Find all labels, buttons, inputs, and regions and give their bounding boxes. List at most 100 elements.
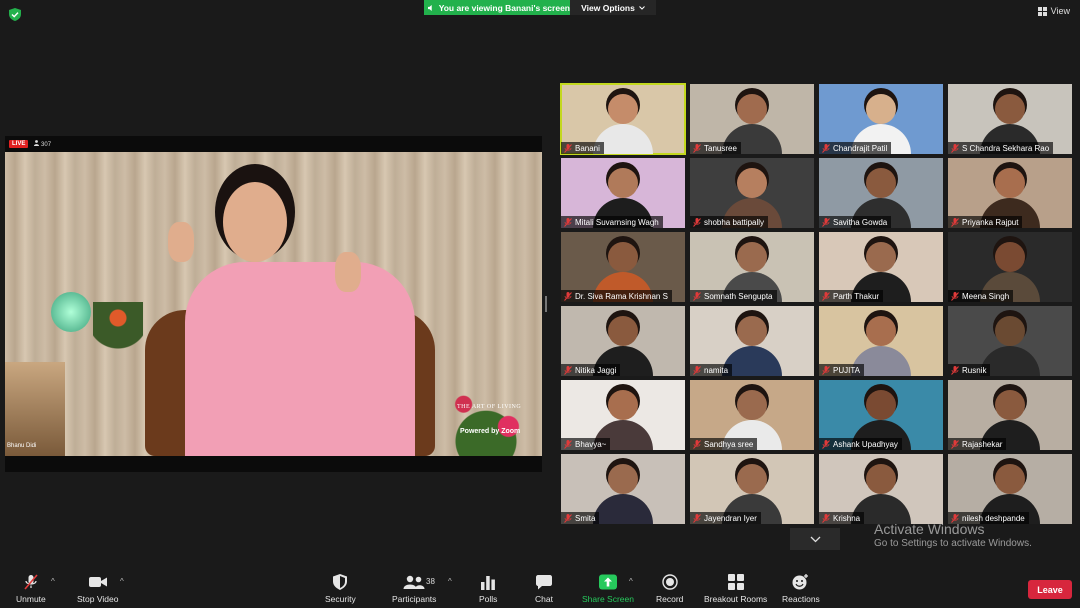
participant-nameplate: namita: [690, 364, 733, 376]
participant-tile[interactable]: Banani: [560, 83, 686, 155]
breakout-rooms-button[interactable]: Breakout Rooms: [704, 574, 767, 604]
participant-tile[interactable]: Bhavya~: [561, 380, 685, 450]
shield-icon: [333, 574, 348, 590]
participant-tile[interactable]: Jayendran Iyer: [690, 454, 814, 524]
participant-tile[interactable]: nilesh deshpande: [948, 454, 1072, 524]
polls-label: Polls: [479, 594, 498, 604]
view-layout-button[interactable]: View: [1037, 6, 1070, 16]
viewing-banner-text: You are viewing Banani's screen: [438, 2, 570, 13]
participant-tile[interactable]: Sandhya sree: [690, 380, 814, 450]
participant-tile[interactable]: Chandrajit Patil: [819, 84, 943, 154]
participant-name: Sandhya sree: [704, 439, 754, 449]
participant-tile[interactable]: Nitika Jaggi: [561, 306, 685, 376]
record-icon: [662, 574, 678, 590]
participant-nameplate: Krishna: [819, 512, 865, 524]
participants-options-caret[interactable]: ^: [448, 577, 452, 586]
video-camera-icon: [88, 577, 107, 587]
participant-nameplate: Priyanka Rajput: [948, 216, 1023, 228]
shared-screen[interactable]: LIVE 307 Bhanu Didi THE ART OF LIVING Po…: [5, 136, 542, 472]
stream-header: LIVE 307: [5, 136, 542, 152]
mic-off-icon: [951, 291, 959, 301]
participant-tile[interactable]: Priyanka Rajput: [948, 158, 1072, 228]
record-button[interactable]: Record: [656, 574, 683, 604]
flowers-decor: [430, 382, 542, 456]
mic-off-icon: [693, 439, 701, 449]
share-screen-button[interactable]: Share Screen: [582, 574, 634, 604]
security-button[interactable]: Security: [325, 574, 356, 604]
mic-off-icon: [564, 513, 572, 523]
chat-label: Chat: [535, 594, 553, 604]
view-button-label: View: [1050, 6, 1070, 16]
view-options-menu[interactable]: View Options: [570, 0, 656, 15]
participant-face: [737, 94, 767, 124]
participant-face: [608, 390, 638, 420]
participant-tile[interactable]: Mitali Suvarnsing Wagh: [561, 158, 685, 228]
video-options-caret[interactable]: ^: [120, 577, 124, 586]
chat-bubble-icon: [535, 575, 552, 590]
polls-button[interactable]: Polls: [479, 574, 497, 604]
audio-options-caret[interactable]: ^: [51, 577, 55, 586]
collapse-gallery-button[interactable]: [790, 528, 840, 550]
polls-icon: [481, 576, 496, 590]
participant-name: Jayendran Iyer: [704, 513, 757, 523]
leave-meeting-button[interactable]: Leave: [1028, 580, 1072, 599]
panel-resize-handle[interactable]: [545, 296, 547, 312]
participant-nameplate: Chandrajit Patil: [819, 142, 892, 154]
participant-tile[interactable]: Rusnik: [948, 306, 1072, 376]
participant-face: [608, 464, 638, 494]
participant-tile[interactable]: Savitha Gowda: [819, 158, 943, 228]
participant-name: namita: [704, 365, 729, 375]
participant-name: Tanusree: [704, 143, 737, 153]
participant-face: [995, 464, 1025, 494]
participant-tile[interactable]: Meena Singh: [948, 232, 1072, 302]
participant-face: [737, 242, 767, 272]
participant-tile[interactable]: Smita: [561, 454, 685, 524]
participant-face: [866, 464, 896, 494]
participant-tile[interactable]: Krishna: [819, 454, 943, 524]
participant-name: Meena Singh: [962, 291, 1010, 301]
mic-off-icon: [693, 291, 701, 301]
live-badge: LIVE: [9, 140, 29, 148]
participant-nameplate: Meena Singh: [948, 290, 1014, 302]
mic-off-icon: [564, 365, 572, 375]
mic-off-icon: [951, 439, 959, 449]
stop-video-button[interactable]: Stop Video: [77, 574, 118, 604]
participant-tile[interactable]: Ashank Upadhyay: [819, 380, 943, 450]
participants-label: Participants: [392, 594, 437, 604]
grid-view-icon: [1037, 6, 1047, 16]
participant-tile[interactable]: Somnath Sengupta: [690, 232, 814, 302]
reactions-button[interactable]: Reactions: [782, 574, 820, 604]
viewing-screen-banner: You are viewing Banani's screen: [424, 0, 570, 15]
share-options-caret[interactable]: ^: [629, 577, 633, 586]
mic-off-icon: [822, 513, 830, 523]
chat-button[interactable]: Chat: [535, 574, 553, 604]
participant-tile[interactable]: Parth Thakur: [819, 232, 943, 302]
participant-tile[interactable]: Rajashekar: [948, 380, 1072, 450]
unmute-button[interactable]: Unmute: [16, 574, 46, 604]
participant-tile[interactable]: Dr. Siva Rama Krishnan S: [561, 232, 685, 302]
mic-off-icon: [951, 143, 959, 153]
share-screen-icon: [598, 574, 617, 590]
participant-face: [737, 464, 767, 494]
record-label: Record: [656, 594, 684, 604]
mic-off-icon: [822, 365, 830, 375]
mic-off-icon: [693, 513, 701, 523]
viewer-count-value: 307: [41, 142, 52, 148]
mic-off-icon: [822, 439, 830, 449]
unmute-label: Unmute: [16, 594, 46, 604]
participant-tile[interactable]: PUJITA: [819, 306, 943, 376]
participant-nameplate: PUJITA: [819, 364, 864, 376]
participant-nameplate: Smita: [561, 512, 600, 524]
participant-tile[interactable]: S Chandra Sekhara Rao: [948, 84, 1072, 154]
participant-tile[interactable]: shobha battipally: [690, 158, 814, 228]
security-shield-icon[interactable]: [9, 8, 21, 21]
viewer-count: 307: [34, 140, 51, 148]
activation-subtitle: Go to Settings to activate Windows.: [874, 538, 1032, 549]
powered-by-zoom: Powered by Zoom: [460, 428, 521, 435]
participant-nameplate: Parth Thakur: [819, 290, 884, 302]
participant-gallery: Banani Tanusree Chandrajit Patil S Chandra …: [560, 83, 1072, 524]
participant-name: Somnath Sengupta: [704, 291, 773, 301]
mic-off-icon: [951, 217, 959, 227]
participant-tile[interactable]: namita: [690, 306, 814, 376]
participant-tile[interactable]: Tanusree: [690, 84, 814, 154]
